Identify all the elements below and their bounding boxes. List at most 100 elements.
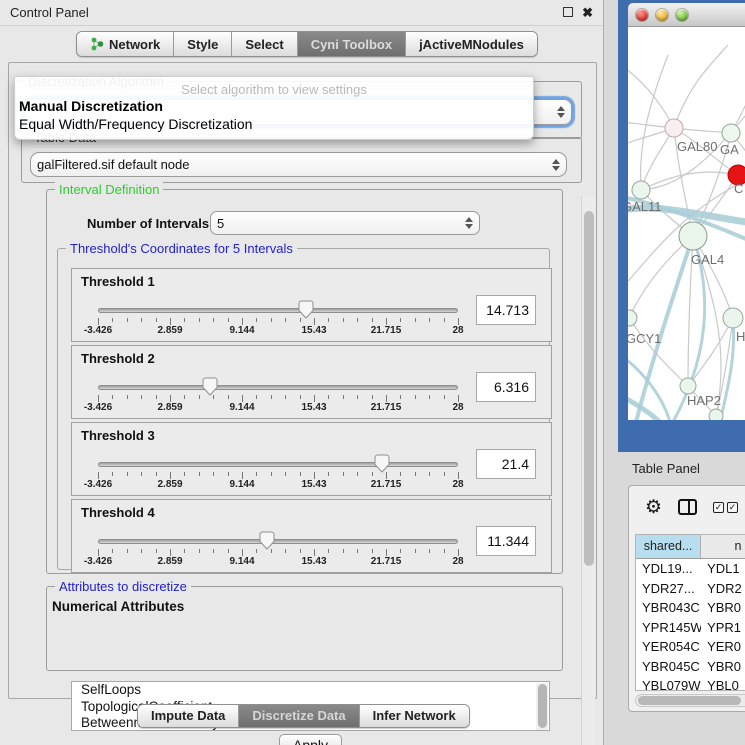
threshold-slider-thumb[interactable] (298, 300, 314, 319)
threshold-slider-track[interactable] (98, 539, 458, 544)
bottom-tab-bar: Impute DataDiscretize DataInfer Network (137, 704, 470, 728)
checkbox-icon[interactable]: ✓ (713, 502, 724, 513)
tab-jactivemnodules[interactable]: jActiveMNodules (406, 32, 537, 56)
table-row[interactable]: YDR27...YDR2 (636, 579, 745, 599)
table-cell: YDL19... (636, 559, 701, 579)
threshold-2-box: Threshold 2-3.4262.8599.14415.4321.71528… (71, 345, 552, 419)
column-header-2[interactable]: n (701, 535, 745, 558)
minimize-traffic-icon[interactable] (656, 9, 668, 21)
network-node[interactable] (709, 409, 723, 420)
table-cell: YBR0 (701, 657, 745, 677)
tab-style[interactable]: Style (174, 32, 232, 56)
zoom-traffic-icon[interactable] (676, 9, 688, 21)
network-node-label: C (734, 181, 743, 196)
tab-cyni-toolbox[interactable]: Cyni Toolbox (298, 32, 406, 56)
bottom-tab-infer-network[interactable]: Infer Network (360, 705, 469, 727)
number-of-intervals-combo[interactable]: 5 (210, 211, 480, 235)
algorithm-option[interactable]: Equal Width/Frequency Discretization (15, 115, 533, 133)
network-graph: GAL80GACGAL11GAL4GCY1HHAP2 (628, 27, 745, 420)
network-window-titlebar[interactable] (628, 3, 745, 27)
threshold-slider-track[interactable] (98, 385, 458, 390)
threshold-slider-thumb[interactable] (202, 377, 218, 396)
table-data-combo[interactable]: galFiltered.sif default node (30, 152, 567, 177)
attribute-list-item[interactable]: SelfLoops (72, 682, 549, 699)
algorithm-option[interactable]: Manual Discretization (15, 97, 533, 115)
close-traffic-icon[interactable] (636, 9, 648, 21)
scrollbar-thumb[interactable] (584, 211, 594, 566)
table-row[interactable]: YBR043CYBR0 (636, 598, 745, 618)
tab-label: Cyni Toolbox (311, 37, 392, 52)
cyni-toolbox-panel: Discretization Algorithm Table Data galF… (8, 62, 597, 699)
tab-label: Style (187, 37, 218, 52)
number-of-intervals-value: 5 (217, 216, 465, 231)
tab-network[interactable]: Network (77, 32, 174, 56)
slider-ticks (98, 318, 458, 325)
checkbox-icon[interactable]: ✓ (727, 502, 738, 513)
column-checkboxes: ✓ ✓ (713, 502, 738, 513)
table-row[interactable]: YBR045CYBR0 (636, 657, 745, 677)
gear-icon[interactable]: ⚙ (645, 498, 662, 517)
table-cell: YBR0 (701, 598, 745, 618)
combo-stepper-icon (465, 217, 473, 229)
threshold-value-field[interactable]: 6.316 (476, 372, 536, 402)
scrollbar-thumb[interactable] (538, 684, 547, 728)
network-node-label: GA (720, 142, 739, 157)
float-window-icon[interactable] (563, 5, 573, 20)
table-cell: YDR27... (636, 579, 701, 599)
network-node-label: GCY1 (628, 331, 661, 346)
table-horizontal-scrollbar[interactable] (635, 694, 745, 707)
column-header-1[interactable]: shared... (636, 535, 701, 558)
node-table: shared...n YDL19...YDL1YDR27...YDR2YBR04… (635, 534, 745, 691)
scrollbar-thumb[interactable] (638, 696, 741, 705)
threshold-slider-track[interactable] (98, 462, 458, 467)
attributes-list-scrollbar[interactable] (536, 683, 548, 731)
threshold-label: Threshold 4 (81, 505, 155, 520)
threshold-slider-thumb[interactable] (259, 531, 275, 550)
network-node-label: GAL11 (628, 199, 662, 214)
number-of-intervals-label: Number of Intervals (87, 216, 209, 231)
table-row[interactable]: YPR145WYPR1 (636, 618, 745, 638)
network-node-gcy1[interactable] (628, 310, 637, 326)
threshold-slider-track[interactable] (98, 308, 458, 313)
network-node-label: GAL80 (677, 139, 717, 154)
network-node-gal80[interactable] (665, 119, 683, 137)
network-node-h[interactable] (723, 308, 743, 328)
control-panel-tab-bar: Network Style Select Cyni Toolbox jActiveMNo… (76, 31, 538, 57)
attributes-group: Attributes to discretize Numerical Attri… (46, 586, 563, 671)
control-panel-title: Control Panel (10, 5, 554, 20)
panel-vertical-scrollbar[interactable] (581, 196, 595, 745)
network-view-window: GAL80GACGAL11GAL4GCY1HHAP2 (618, 0, 745, 452)
table-cell: YBL079W (636, 676, 701, 691)
network-icon (90, 37, 104, 51)
network-edge (629, 236, 693, 318)
table-cell: YPR145W (636, 618, 701, 638)
threshold-slider-thumb[interactable] (374, 454, 390, 473)
apply-button[interactable]: Apply (279, 734, 342, 745)
network-node-hap2[interactable] (680, 378, 696, 394)
table-cell: YER054C (636, 637, 701, 657)
table-row[interactable]: YER054CYER0 (636, 637, 745, 657)
slider-ticks (98, 395, 458, 402)
tab-label: Select (245, 37, 283, 52)
tab-select[interactable]: Select (232, 32, 297, 56)
network-canvas[interactable]: GAL80GACGAL11GAL4GCY1HHAP2 (628, 27, 745, 420)
close-icon[interactable]: ✖ (582, 8, 593, 18)
threshold-value-field[interactable]: 14.713 (476, 295, 536, 325)
bottom-tab-discretize-data[interactable]: Discretize Data (239, 705, 359, 727)
bottom-tab-impute-data[interactable]: Impute Data (138, 705, 239, 727)
table-row[interactable]: YBL079WYBL0 (636, 676, 745, 691)
threshold-value-field[interactable]: 11.344 (476, 526, 536, 556)
network-node-gal11[interactable] (632, 181, 650, 199)
table-panel: ⚙ ✓ ✓ shared...n YDL19...YDL1YDR27...YDR… (628, 485, 745, 712)
threshold-value-field[interactable]: 21.4 (476, 449, 536, 479)
table-row[interactable]: YDL19...YDL1 (636, 559, 745, 579)
network-node-gal4[interactable] (679, 222, 707, 250)
split-columns-icon[interactable] (678, 499, 697, 515)
combo-stepper-icon (557, 106, 565, 118)
network-node-ga[interactable] (722, 124, 740, 142)
slider-tick-labels: -3.4262.8599.14415.4321.71528 (98, 556, 458, 568)
control-panel: Control Panel ✖ Network Style Select Cyni T… (0, 0, 604, 745)
network-edge-highlighted (628, 397, 663, 420)
algorithm-placeholder-text: Select algorithm to view settings (15, 77, 533, 97)
network-edge (688, 318, 733, 386)
